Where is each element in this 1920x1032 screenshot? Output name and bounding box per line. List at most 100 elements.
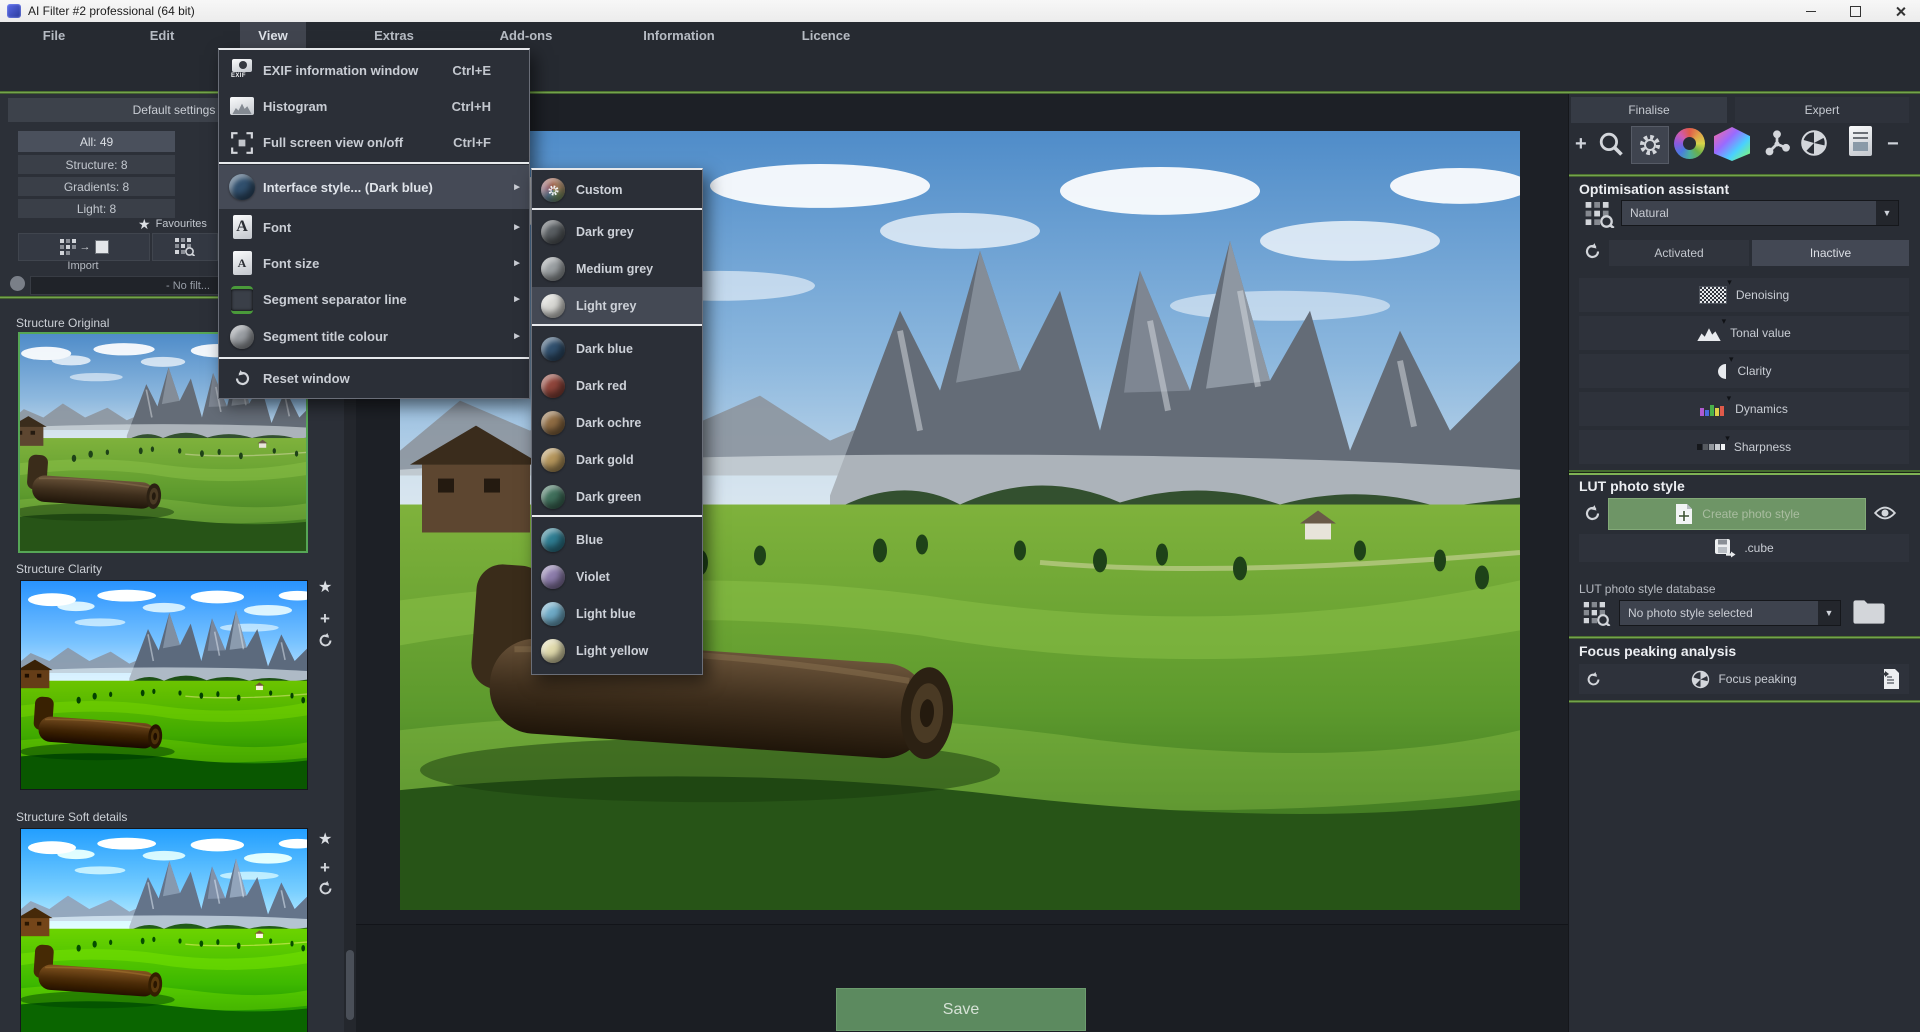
submenu-item-dark-ochre[interactable]: Dark ochre — [532, 404, 702, 441]
filter-knob-icon[interactable] — [10, 276, 25, 291]
preset-thumbnail-structure-clarity[interactable] — [20, 580, 308, 790]
adjustment-row-denoising[interactable]: Denoising — [1579, 278, 1909, 312]
menu-extras[interactable]: Extras — [360, 22, 428, 48]
menu-item-reset-window[interactable]: Reset window — [219, 360, 529, 396]
colour-sphere-icon — [538, 528, 568, 552]
add-preset-icon[interactable]: + — [320, 859, 330, 876]
focus-peaking-row[interactable]: Focus peaking — [1579, 664, 1909, 694]
view-menu: EXIF EXIF information window Ctrl+E Hist… — [218, 48, 530, 399]
submenu-arrow-icon: ► — [512, 222, 522, 233]
favourite-star-icon[interactable]: ★ — [318, 580, 332, 596]
tune-tool-button[interactable] — [1631, 126, 1669, 164]
menu-information[interactable]: Information — [630, 22, 728, 48]
menu-item-histogram[interactable]: Histogram Ctrl+H — [219, 88, 529, 124]
tab-expert[interactable]: Expert — [1735, 97, 1909, 123]
submenu-item-medium-grey[interactable]: Medium grey — [532, 250, 702, 287]
menu-addons[interactable]: Add-ons — [484, 22, 568, 48]
menu-item-fullscreen[interactable]: Full screen view on/off Ctrl+F — [219, 124, 529, 161]
adjustment-row-clarity[interactable]: Clarity — [1579, 354, 1909, 388]
submenu-item-dark-green[interactable]: Dark green — [532, 478, 702, 515]
maximize-button[interactable] — [1836, 0, 1874, 22]
export-analysis-icon[interactable] — [1879, 668, 1901, 690]
document-tool-icon[interactable] — [1849, 126, 1872, 156]
interface-style-submenu: Custom Dark grey Medium grey Light grey … — [531, 168, 703, 675]
menu-file[interactable]: File — [26, 22, 82, 48]
submenu-item-light-blue[interactable]: Light blue — [532, 595, 702, 632]
menu-separator — [532, 324, 702, 326]
style-preview-eye-icon[interactable] — [1873, 504, 1897, 522]
menu-edit[interactable]: Edit — [134, 22, 190, 48]
panel-accent-line — [1569, 700, 1920, 703]
color-cube-icon[interactable] — [1714, 127, 1750, 161]
search-presets-button[interactable] — [152, 233, 218, 261]
reset-optimisation-icon[interactable] — [1583, 242, 1602, 261]
reset-focus-icon[interactable] — [1585, 671, 1602, 688]
minimize-button[interactable] — [1792, 0, 1830, 22]
minimize-icon — [1806, 11, 1816, 12]
color-wheel-icon[interactable] — [1674, 128, 1705, 159]
add-preset-icon[interactable]: + — [320, 610, 330, 627]
category-gradients[interactable]: Gradients: 8 — [18, 177, 175, 196]
submenu-item-dark-blue[interactable]: Dark blue — [532, 330, 702, 367]
focus-title: Focus peaking analysis — [1579, 643, 1736, 659]
menu-item-font-size[interactable]: A Font size ► — [219, 245, 529, 281]
menu-view[interactable]: View — [240, 22, 306, 48]
submenu-item-dark-grey[interactable]: Dark grey — [532, 214, 702, 250]
grid-search-icon — [1585, 202, 1615, 228]
disk-arrow-icon — [1714, 538, 1736, 558]
node-graph-icon[interactable] — [1762, 129, 1792, 159]
segment-line-icon — [227, 286, 257, 314]
search-tool-icon[interactable] — [1597, 130, 1625, 158]
tab-finalise[interactable]: Finalise — [1571, 97, 1727, 123]
colour-sphere-icon — [538, 220, 568, 244]
dropdown-arrow-icon: ▼ — [1818, 601, 1840, 625]
aperture-tool-icon[interactable] — [1800, 129, 1828, 157]
menu-bar: File Edit View Extras Add-ons Informatio… — [0, 22, 1920, 48]
create-photo-style-button[interactable]: Create photo style — [1608, 498, 1866, 530]
add-tool-icon[interactable]: + — [1575, 134, 1587, 154]
adjustment-row-tonal-value[interactable]: Tonal value — [1579, 316, 1909, 350]
submenu-item-blue[interactable]: Blue — [532, 521, 702, 558]
optimisation-preset-dropdown[interactable]: Natural ▼ — [1621, 200, 1899, 226]
open-folder-icon[interactable] — [1851, 598, 1887, 626]
menu-item-interface-style[interactable]: Interface style... (Dark blue) ► — [219, 165, 529, 209]
menu-item-font[interactable]: A Font ► — [219, 209, 529, 245]
submenu-item-dark-gold[interactable]: Dark gold — [532, 441, 702, 478]
export-presets-button[interactable]: → — [18, 233, 150, 261]
scrollbar-thumb[interactable] — [346, 950, 354, 1020]
inactive-button[interactable]: Inactive — [1752, 240, 1909, 266]
preset-label: Structure Original — [16, 316, 109, 330]
submenu-item-dark-red[interactable]: Dark red — [532, 367, 702, 404]
adjustment-row-dynamics[interactable]: Dynamics — [1579, 392, 1909, 426]
submenu-item-light-yellow[interactable]: Light yellow — [532, 632, 702, 669]
lut-database-dropdown[interactable]: No photo style selected ▼ — [1619, 600, 1841, 626]
import-label: Import — [18, 260, 148, 272]
right-panel: Finalise Expert + − Optimisation assista… — [1568, 94, 1920, 1032]
activated-button[interactable]: Activated — [1609, 240, 1749, 266]
halfmoon-icon — [1716, 363, 1728, 380]
submenu-item-violet[interactable]: Violet — [532, 558, 702, 595]
favourite-star-icon[interactable]: ★ — [318, 832, 332, 848]
menu-licence[interactable]: Licence — [790, 22, 862, 48]
category-structure[interactable]: Structure: 8 — [18, 155, 175, 174]
refresh-preset-icon[interactable] — [317, 880, 334, 897]
histogram-icon — [1697, 325, 1721, 342]
cube-export-row[interactable]: .cube — [1579, 534, 1909, 562]
colour-sphere-icon — [538, 257, 568, 281]
submenu-item-custom[interactable]: Custom — [532, 172, 702, 208]
arrow-right-icon: → — [80, 241, 91, 253]
submenu-item-light-grey[interactable]: Light grey — [532, 287, 702, 324]
category-all[interactable]: All: 49 — [18, 131, 175, 152]
menu-item-segment-title-colour[interactable]: Segment title colour ► — [219, 318, 529, 355]
adjustment-row-sharpness[interactable]: Sharpness — [1579, 430, 1909, 464]
save-button[interactable]: Save — [836, 988, 1086, 1031]
title-bar: AI Filter #2 professional (64 bit) — [0, 0, 1920, 22]
reset-lut-icon[interactable] — [1583, 504, 1602, 523]
remove-tool-icon[interactable]: − — [1887, 134, 1899, 154]
menu-item-exif-information[interactable]: EXIF EXIF information window Ctrl+E — [219, 52, 529, 88]
menu-item-segment-separator[interactable]: Segment separator line ► — [219, 281, 529, 318]
refresh-preset-icon[interactable] — [317, 632, 334, 649]
close-button[interactable] — [1880, 0, 1920, 22]
preset-thumbnail-structure-soft-details[interactable] — [20, 828, 308, 1032]
colour-sphere-icon — [538, 411, 568, 435]
